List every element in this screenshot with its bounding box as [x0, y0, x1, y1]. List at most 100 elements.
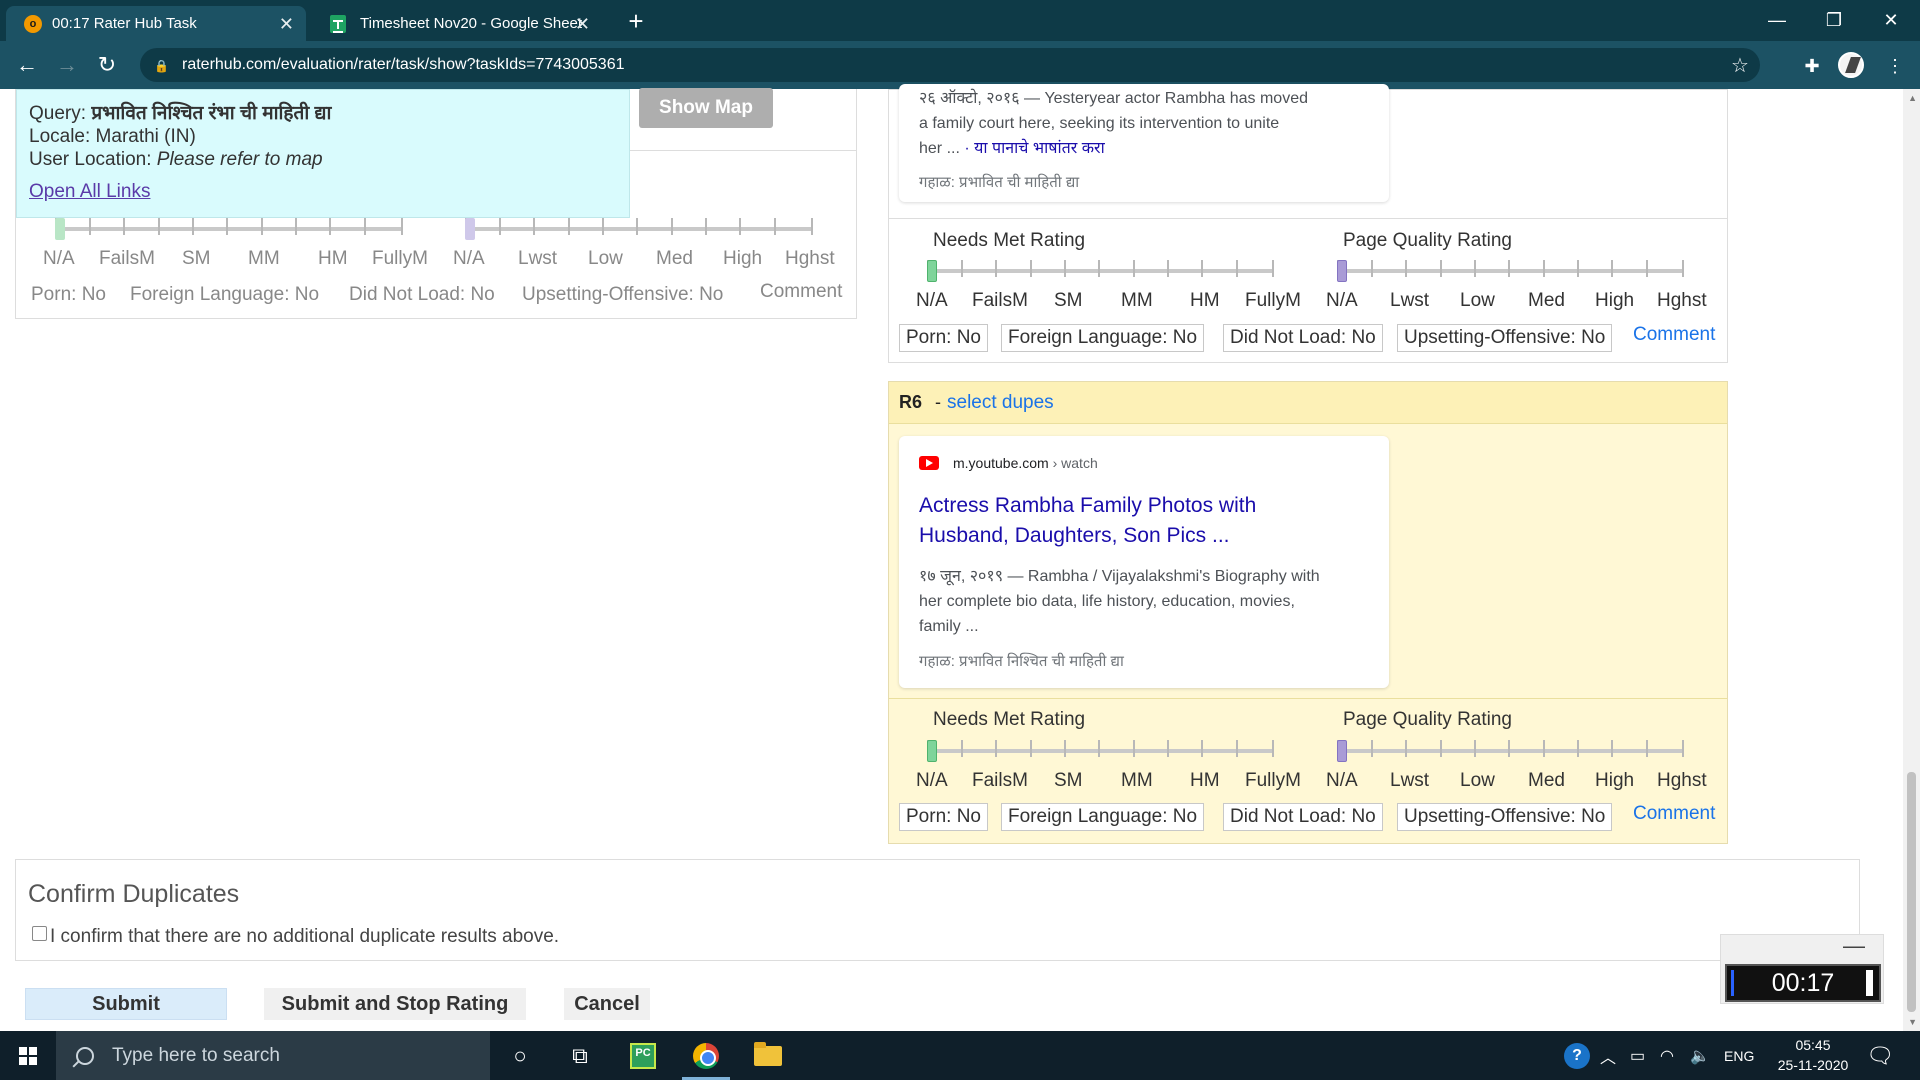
confirm-checkbox-label[interactable]: I confirm that there are no additional d… — [50, 926, 559, 948]
needs-met-slider[interactable] — [55, 214, 403, 244]
language-indicator[interactable]: ENG — [1724, 1031, 1754, 1080]
needs-met-label-mm[interactable]: MM — [1121, 770, 1153, 792]
page-quality-label-low[interactable]: Low — [1460, 770, 1495, 792]
query-info-panel: Query: प्रभावित निश्चित रंभा ची माहिती द… — [16, 89, 630, 218]
needs-met-label-sm[interactable]: SM — [1054, 770, 1083, 792]
page-quality-label-hghst[interactable]: Hghst — [1657, 290, 1707, 312]
page-quality-slider[interactable] — [465, 214, 813, 244]
restore-window-button[interactable]: ❐ — [1811, 0, 1857, 40]
taskbar-search-box[interactable]: Type here to search — [56, 1031, 490, 1080]
needs-met-label-na[interactable]: N/A — [916, 290, 948, 312]
page-quality-label-med[interactable]: Med — [1528, 770, 1565, 792]
close-window-button[interactable]: ✕ — [1868, 0, 1914, 40]
comment-link[interactable]: Comment — [1633, 803, 1715, 825]
scroll-up-icon[interactable]: ▲ — [1908, 93, 1917, 103]
page-quality-label-lwst[interactable]: Lwst — [1390, 290, 1429, 312]
r6-title-line2[interactable]: Husband, Daughters, Son Pics ... — [919, 521, 1230, 551]
submit-and-stop-button[interactable]: Submit and Stop Rating — [264, 988, 526, 1020]
needs-met-label-fullym[interactable]: FullyM — [1245, 770, 1301, 792]
battery-icon[interactable]: ▭ — [1630, 1031, 1645, 1080]
upsetting-offensive-flag[interactable]: Upsetting-Offensive: No — [516, 281, 729, 309]
did-not-load-flag[interactable]: Did Not Load: No — [343, 281, 501, 309]
submit-button[interactable]: Submit — [25, 988, 227, 1020]
url-bar[interactable]: 🔒 raterhub.com/evaluation/rater/task/sho… — [140, 48, 1760, 82]
page-quality-label-low[interactable]: Low — [1460, 290, 1495, 312]
needs-met-label-na[interactable]: N/A — [916, 770, 948, 792]
page-quality-knob[interactable] — [1337, 740, 1347, 762]
cancel-button[interactable]: Cancel — [564, 988, 650, 1020]
did-not-load-flag[interactable]: Did Not Load: No — [1223, 803, 1383, 831]
timer-minimize-button[interactable]: — — [1843, 933, 1865, 959]
scrollbar-thumb[interactable] — [1907, 772, 1916, 1012]
needs-met-label-failsm[interactable]: FailsM — [972, 290, 1028, 312]
page-quality-slider[interactable] — [1337, 256, 1684, 286]
pycharm-app-icon[interactable]: PC — [615, 1031, 671, 1080]
show-map-button[interactable]: Show Map — [639, 88, 773, 128]
close-tab-icon[interactable]: ✕ — [575, 14, 590, 35]
extensions-puzzle-icon[interactable]: ✚ — [1797, 51, 1827, 81]
select-dupes-link[interactable]: select dupes — [947, 392, 1054, 414]
needs-met-knob[interactable] — [927, 260, 937, 282]
task-view-icon[interactable]: ⧉ — [552, 1031, 608, 1080]
page-quality-label-high[interactable]: High — [1595, 770, 1634, 792]
tick — [192, 218, 194, 235]
needs-met-label-hm[interactable]: HM — [1190, 290, 1220, 312]
needs-met-slider[interactable] — [927, 736, 1274, 766]
page-quality-slider[interactable] — [1337, 736, 1684, 766]
needs-met-label-hm: HM — [318, 248, 348, 269]
start-button[interactable] — [0, 1031, 56, 1080]
upsetting-offensive-flag[interactable]: Upsetting-Offensive: No — [1397, 803, 1613, 831]
page-quality-label-lwst[interactable]: Lwst — [1390, 770, 1429, 792]
needs-met-knob[interactable] — [55, 218, 65, 240]
scroll-down-icon[interactable]: ▼ — [1908, 1017, 1917, 1027]
needs-met-knob[interactable] — [927, 740, 937, 762]
wifi-icon[interactable]: ◠ — [1660, 1031, 1674, 1080]
file-explorer-icon[interactable] — [740, 1031, 796, 1080]
comment-link[interactable]: Comment — [760, 281, 842, 303]
help-icon[interactable]: ? — [1562, 1031, 1592, 1080]
minimize-window-button[interactable]: — — [1754, 0, 1800, 40]
taskbar-clock[interactable]: 05:45 25-11-2020 — [1768, 1035, 1858, 1075]
confirm-checkbox[interactable] — [32, 926, 47, 941]
upsetting-offensive-flag[interactable]: Upsetting-Offensive: No — [1397, 324, 1613, 352]
back-icon[interactable]: ← — [12, 50, 42, 80]
page-quality-knob[interactable] — [1337, 260, 1347, 282]
cortana-icon[interactable]: ○ — [492, 1031, 548, 1080]
close-tab-icon[interactable]: ✕ — [279, 14, 294, 35]
needs-met-label-failsm[interactable]: FailsM — [972, 770, 1028, 792]
page-quality-knob[interactable] — [465, 218, 475, 240]
volume-icon[interactable]: 🔈 — [1690, 1031, 1710, 1080]
notifications-icon[interactable]: 🗨 — [1866, 1031, 1894, 1080]
page-quality-label-med[interactable]: Med — [1528, 290, 1565, 312]
menu-kebab-icon[interactable]: ⋮ — [1880, 51, 1910, 81]
foreign-language-flag[interactable]: Foreign Language: No — [1001, 324, 1205, 352]
reload-icon[interactable]: ↻ — [92, 50, 122, 80]
page-quality-label-na[interactable]: N/A — [1326, 290, 1358, 312]
needs-met-label-hm[interactable]: HM — [1190, 770, 1220, 792]
porn-flag[interactable]: Porn: No — [899, 324, 988, 352]
foreign-language-flag[interactable]: Foreign Language: No — [124, 281, 325, 309]
needs-met-slider[interactable] — [927, 256, 1274, 286]
needs-met-label-sm[interactable]: SM — [1054, 290, 1083, 312]
porn-flag[interactable]: Porn: No — [25, 281, 112, 309]
page-quality-label-high[interactable]: High — [1595, 290, 1634, 312]
bookmark-star-icon[interactable]: ☆ — [1720, 48, 1760, 82]
show-hidden-icons-chevron-icon[interactable]: ︿ — [1600, 1031, 1616, 1080]
new-tab-button[interactable]: + — [620, 6, 652, 36]
page-quality-label-hghst[interactable]: Hghst — [1657, 770, 1707, 792]
comment-link[interactable]: Comment — [1633, 324, 1715, 346]
tab-timesheet[interactable]: Timesheet Nov20 - Google Sheet ✕ — [312, 6, 602, 41]
did-not-load-flag[interactable]: Did Not Load: No — [1223, 324, 1383, 352]
needs-met-label-mm[interactable]: MM — [1121, 290, 1153, 312]
needs-met-label-fullym[interactable]: FullyM — [1245, 290, 1301, 312]
profile-avatar[interactable] — [1838, 52, 1864, 78]
foreign-language-flag[interactable]: Foreign Language: No — [1001, 803, 1205, 831]
chrome-app-icon[interactable] — [678, 1031, 734, 1080]
r6-title-line1[interactable]: Actress Rambha Family Photos with — [919, 491, 1256, 521]
forward-icon[interactable]: → — [52, 50, 82, 80]
porn-flag[interactable]: Porn: No — [899, 803, 988, 831]
translate-link[interactable]: · या पानाचे भाषांतर करा — [964, 140, 1104, 157]
page-quality-label-na[interactable]: N/A — [1326, 770, 1358, 792]
open-all-links[interactable]: Open All Links — [29, 181, 150, 203]
tab-rater-hub[interactable]: o 00:17 Rater Hub Task ✕ — [6, 6, 306, 41]
